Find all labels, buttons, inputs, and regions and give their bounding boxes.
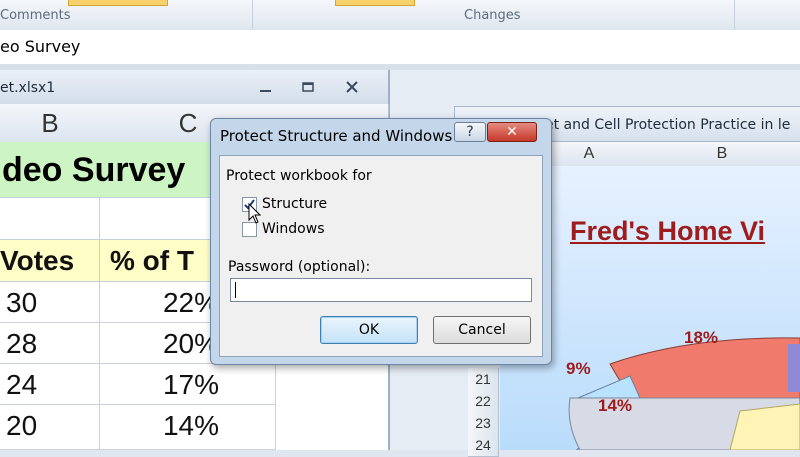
row-header-22[interactable]: 22: [468, 390, 499, 413]
left-window-titlebar[interactable]: et.xlsx1: [0, 70, 388, 105]
ribbon-button-partial[interactable]: [68, 0, 168, 6]
protect-for-label: Protect workbook for: [226, 168, 372, 184]
ribbon-group-changes-label: Changes: [464, 8, 521, 23]
left-window-title: et.xlsx1: [0, 80, 56, 96]
table-cell[interactable]: 24: [0, 364, 100, 405]
ribbon-separator: [252, 0, 253, 30]
chart-label-18: 18%: [684, 328, 719, 347]
formula-bar[interactable]: eo Survey: [0, 30, 800, 65]
table-cell[interactable]: 14%: [100, 405, 276, 450]
windows-label[interactable]: Windows: [262, 221, 325, 237]
restore-icon[interactable]: [300, 80, 316, 98]
dialog-close-button[interactable]: ✕: [487, 122, 537, 142]
chart-label-14: 14%: [598, 396, 633, 415]
column-header-b[interactable]: B: [0, 104, 101, 143]
minimize-icon[interactable]: [258, 80, 274, 98]
protect-structure-dialog: Protect Structure and Windows ? ✕ Protec…: [210, 118, 552, 365]
header-cell-votes[interactable]: Votes: [0, 240, 100, 282]
pie-slice-purple: [788, 344, 800, 392]
structure-label[interactable]: Structure: [262, 196, 327, 212]
right-window-title: et and Cell Protection Practice in le: [545, 117, 791, 133]
help-button[interactable]: ?: [454, 122, 486, 142]
empty-cell[interactable]: [0, 198, 100, 240]
table-cell[interactable]: 28: [0, 323, 100, 364]
password-input[interactable]: [230, 278, 532, 302]
text-caret: [235, 282, 236, 298]
table-cell[interactable]: 20: [0, 405, 100, 450]
column-header-b[interactable]: B: [678, 142, 767, 167]
pie-slice-9: [577, 375, 641, 399]
pie-slice-yellow: [729, 403, 800, 450]
formula-bar-text: eo Survey: [0, 37, 81, 56]
column-header-c[interactable]: [766, 142, 800, 167]
mouse-pointer-icon: [248, 203, 262, 224]
table-cell[interactable]: 30: [0, 282, 100, 323]
ribbon-separator: [734, 0, 735, 30]
table-cell[interactable]: 17%: [100, 364, 276, 405]
ribbon-group-comments-label: Comments: [0, 8, 71, 23]
password-label: Password (optional):: [228, 259, 371, 275]
dialog-body: Protect workbook for Structure Windows P…: [219, 155, 543, 357]
cancel-button[interactable]: Cancel: [433, 316, 531, 344]
ok-button[interactable]: OK: [320, 316, 418, 344]
row-header-23[interactable]: 23: [468, 412, 499, 435]
close-icon[interactable]: [344, 80, 360, 98]
dialog-title: Protect Structure and Windows: [220, 127, 453, 145]
ribbon: Comments Changes: [0, 0, 800, 31]
ribbon-button-partial[interactable]: [335, 0, 415, 6]
row-header-21[interactable]: 21: [468, 368, 499, 391]
chart-label-9: 9%: [566, 359, 591, 378]
row-header-24[interactable]: 24: [468, 434, 499, 457]
